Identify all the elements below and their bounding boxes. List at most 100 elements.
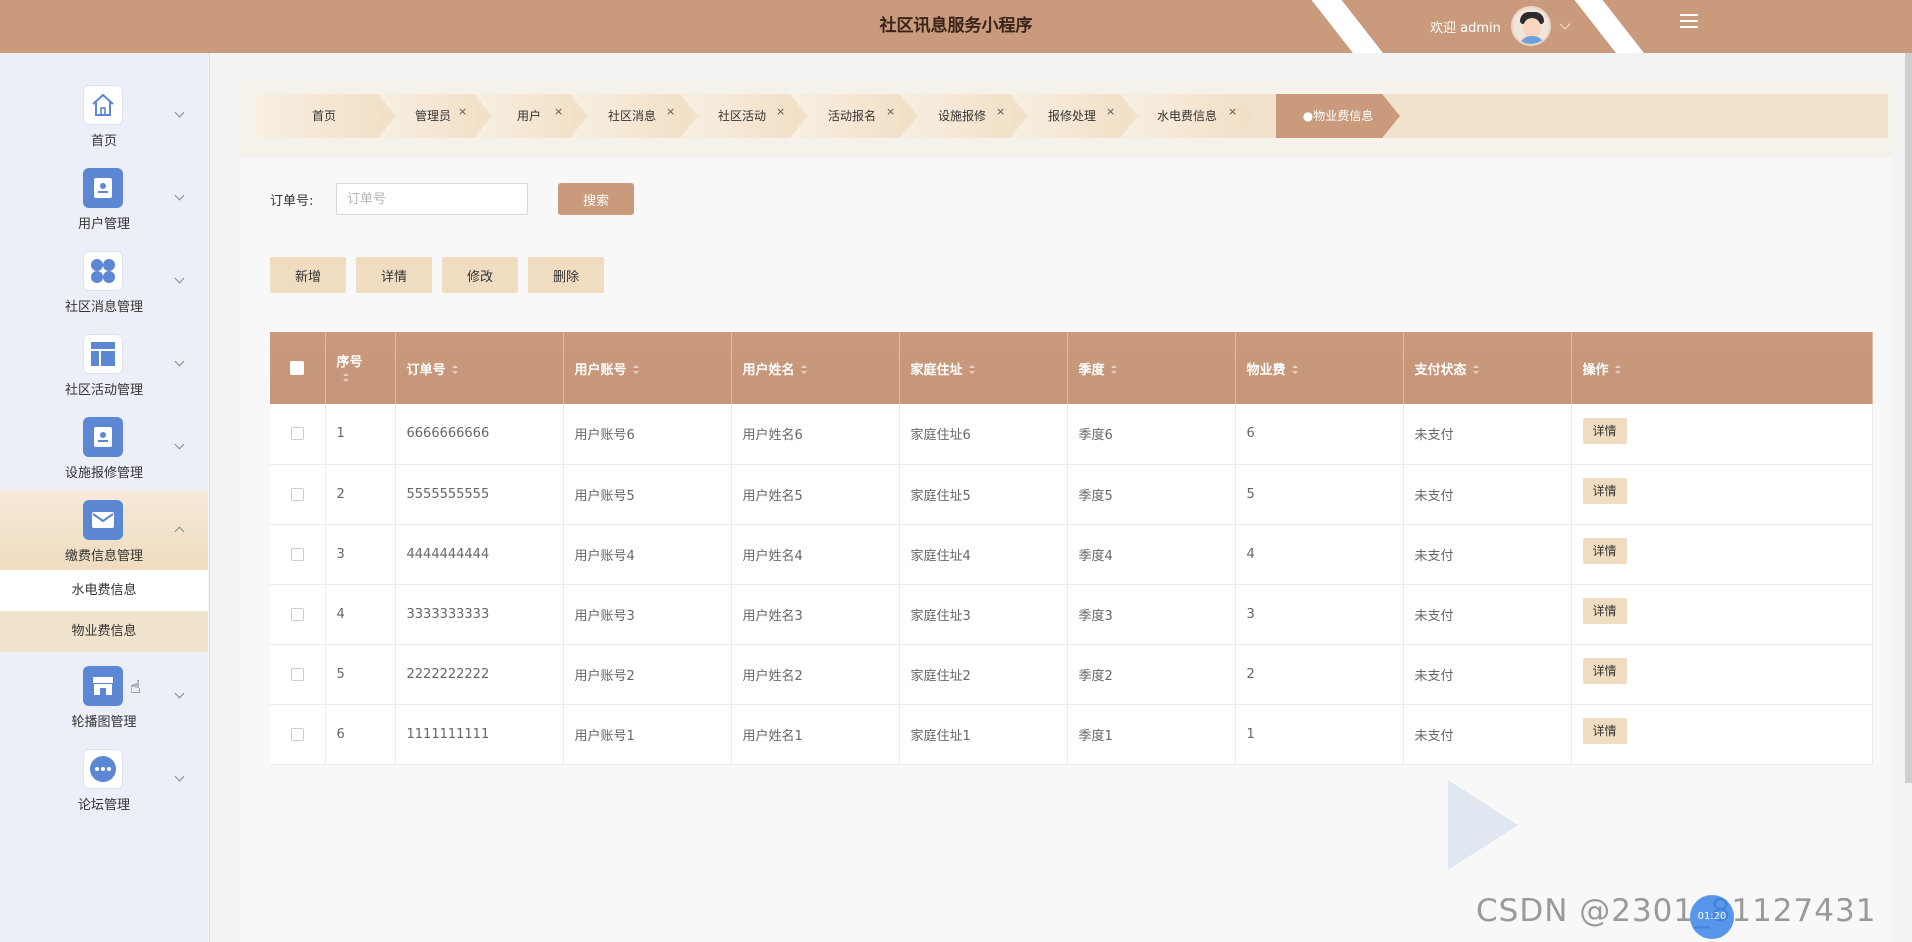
detail-button[interactable]: 详情 (356, 257, 432, 293)
close-icon[interactable]: × (554, 90, 563, 134)
sidebar-item-carousel[interactable]: 轮播图管理 (0, 656, 208, 740)
sidebar-item-forum[interactable]: 论坛管理 (0, 739, 208, 823)
cell-name: 用户姓名1 (731, 704, 900, 765)
cell-account: 用户账号4 (563, 524, 732, 585)
row-detail-button[interactable]: 详情 (1582, 417, 1627, 444)
column-header[interactable]: 季度 (1067, 332, 1236, 404)
ev-watermark-logo (1448, 780, 1518, 870)
sidebar-item-label: 轮播图管理 (71, 715, 137, 730)
sidebar-subitem-property-fee[interactable]: 物业费信息 (0, 611, 208, 652)
sidebar-item-community-news[interactable]: 社区消息管理 (0, 241, 208, 325)
column-header[interactable]: 用户账号 (563, 332, 732, 404)
cell-address: 家庭住址6 (899, 404, 1068, 465)
sidebar-item-users[interactable]: 用户管理 (0, 158, 208, 242)
table-row[interactable]: 4 3333333333 用户账号3 用户姓名3 家庭住址3 季度3 3 未支付… (270, 584, 1873, 645)
menu-toggle-icon[interactable] (1680, 14, 1698, 30)
column-header[interactable]: 物业费 (1235, 332, 1404, 404)
sidebar-item-home[interactable]: 首页 (0, 75, 208, 159)
close-icon[interactable]: × (1106, 90, 1115, 134)
tab-admin[interactable]: 管理员 × (378, 94, 488, 138)
sort-icon[interactable] (342, 372, 349, 383)
table-row[interactable]: 3 4444444444 用户账号4 用户姓名4 家庭住址4 季度4 4 未支付… (270, 524, 1873, 585)
close-icon[interactable]: × (666, 90, 675, 134)
select-all-checkbox[interactable] (290, 361, 305, 375)
chevron-down-icon (174, 273, 185, 284)
tab-community-activity[interactable]: 社区活动 × (680, 94, 804, 138)
tab-utility-fee[interactable]: 水电费信息 × (1120, 94, 1254, 138)
cell-order: 1111111111 (395, 704, 564, 765)
cell-quarter: 季度6 (1067, 404, 1236, 465)
sort-icon[interactable] (1110, 365, 1117, 375)
table-row[interactable]: 6 1111111111 用户账号1 用户姓名1 家庭住址1 季度1 1 未支付… (270, 704, 1873, 765)
sidebar-item-label: 论坛管理 (77, 798, 130, 813)
chevron-down-icon[interactable] (1559, 18, 1571, 30)
chevron-up-icon (174, 526, 185, 537)
tab-activity-signup[interactable]: 活动报名 × (790, 94, 914, 138)
cell-name: 用户姓名4 (731, 524, 900, 585)
sort-icon[interactable] (968, 365, 975, 375)
avatar[interactable] (1510, 6, 1551, 46)
order-number-search-input[interactable] (336, 183, 528, 215)
cell-order: 2222222222 (395, 644, 564, 705)
chevron-down-icon (174, 688, 185, 699)
sort-icon[interactable] (632, 365, 639, 375)
close-icon[interactable]: × (458, 90, 467, 134)
vertical-scrollbar[interactable] (1905, 53, 1912, 783)
cell-name: 用户姓名2 (731, 644, 900, 705)
sort-icon[interactable] (1472, 365, 1479, 375)
column-header[interactable]: 序号 (325, 332, 396, 404)
sidebar-item-facility-repair[interactable]: 设施报修管理 (0, 407, 208, 491)
close-icon[interactable]: × (886, 90, 895, 134)
row-checkbox[interactable] (290, 667, 304, 681)
sort-icon[interactable] (800, 365, 807, 375)
sidebar-item-payment-info[interactable]: 缴费信息管理 (0, 490, 208, 570)
tab-home[interactable]: 首页 (256, 94, 392, 138)
sort-icon[interactable] (451, 365, 458, 375)
tab-repair-handling[interactable]: 报修处理 × (1010, 94, 1134, 138)
sort-icon[interactable] (1614, 365, 1621, 375)
home-icon (83, 85, 123, 125)
chevron-down-icon (174, 190, 185, 201)
table-row[interactable]: 5 2222222222 用户账号2 用户姓名2 家庭住址2 季度2 2 未支付… (270, 644, 1873, 705)
search-button[interactable]: 搜索 (558, 183, 634, 215)
add-button[interactable]: 新增 (270, 257, 346, 293)
tab-community-news[interactable]: 社区消息 × (570, 94, 694, 138)
column-header[interactable]: 操作 (1571, 332, 1873, 404)
chevron-down-icon (174, 356, 185, 367)
cell-account: 用户账号2 (563, 644, 732, 705)
edit-button[interactable]: 修改 (442, 257, 518, 293)
row-checkbox[interactable] (290, 427, 304, 441)
row-detail-button[interactable]: 详情 (1582, 658, 1627, 684)
sidebar-subitem-utility-fee[interactable]: 水电费信息 (0, 570, 208, 611)
close-icon[interactable]: × (776, 90, 785, 134)
tab-user[interactable]: 用户 × (474, 94, 584, 138)
row-detail-button[interactable]: 详情 (1582, 538, 1627, 564)
row-detail-button[interactable]: 详情 (1582, 478, 1627, 504)
table-row[interactable]: 1 6666666666 用户账号6 用户姓名6 家庭住址6 季度6 6 未支付… (270, 404, 1873, 465)
column-header[interactable]: 用户姓名 (731, 332, 900, 404)
row-detail-button[interactable]: 详情 (1582, 718, 1627, 744)
cell-status: 未支付 (1403, 464, 1572, 525)
chevron-down-icon (174, 771, 185, 782)
order-number-label: 订单号: (270, 194, 314, 209)
sort-icon[interactable] (1291, 365, 1298, 375)
sidebar-item-community-activities[interactable]: 社区活动管理 (0, 324, 208, 408)
row-checkbox[interactable] (290, 607, 304, 621)
cell-address: 家庭住址2 (899, 644, 1068, 705)
row-checkbox[interactable] (290, 727, 304, 741)
row-checkbox[interactable] (290, 547, 304, 561)
tab-property-fee[interactable]: ●物业费信息 (1276, 94, 1400, 138)
row-detail-button[interactable]: 详情 (1582, 598, 1627, 624)
close-icon[interactable]: × (996, 90, 1005, 134)
user-menu[interactable]: 欢迎 admin (1430, 6, 1571, 46)
tab-facility-repair[interactable]: 设施报修 × (900, 94, 1024, 138)
column-header[interactable]: 支付状态 (1403, 332, 1572, 404)
column-header[interactable]: 订单号 (395, 332, 564, 404)
cell-account: 用户账号5 (563, 464, 732, 525)
delete-button[interactable]: 删除 (528, 257, 604, 293)
select-all-checkbox-cell (270, 332, 326, 404)
row-checkbox[interactable] (290, 487, 304, 501)
table-row[interactable]: 2 5555555555 用户账号5 用户姓名5 家庭住址5 季度5 5 未支付… (270, 464, 1873, 525)
close-icon[interactable]: × (1228, 90, 1237, 134)
column-header[interactable]: 家庭住址 (899, 332, 1068, 404)
